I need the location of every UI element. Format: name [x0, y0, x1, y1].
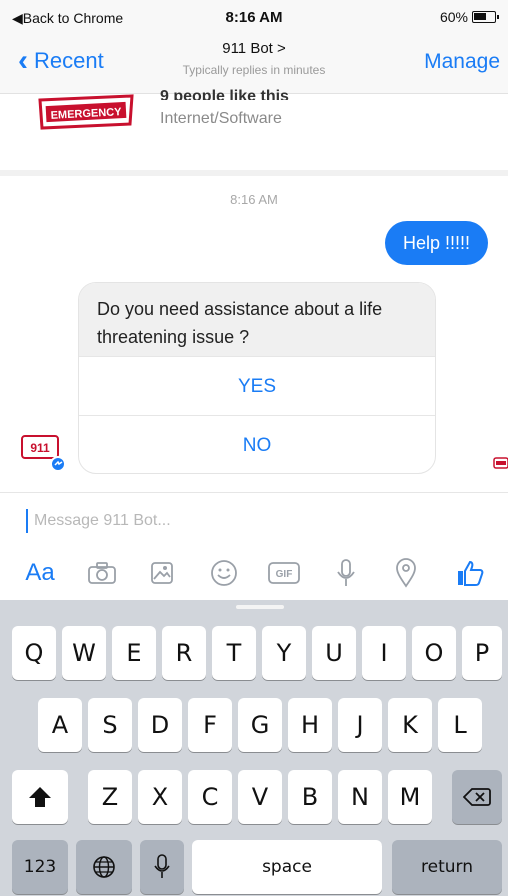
- dictation-key[interactable]: [140, 840, 184, 894]
- battery-icon: [472, 11, 499, 23]
- key-m[interactable]: M: [388, 770, 432, 824]
- keyboard: Q W E R T Y U I O P A S D F G H J K L Z …: [0, 600, 508, 896]
- message-input[interactable]: [26, 509, 466, 533]
- gallery-icon[interactable]: [144, 555, 180, 591]
- key-q[interactable]: Q: [12, 626, 56, 680]
- conversation-header: ‹ Recent 911 Bot > Typically replies in …: [0, 34, 508, 94]
- key-l[interactable]: L: [438, 698, 482, 752]
- section-divider: [0, 170, 508, 176]
- key-t[interactable]: T: [212, 626, 256, 680]
- key-v[interactable]: V: [238, 770, 282, 824]
- microphone-icon: [154, 854, 170, 878]
- key-y[interactable]: Y: [262, 626, 306, 680]
- microphone-icon[interactable]: [328, 555, 364, 591]
- key-w[interactable]: W: [62, 626, 106, 680]
- key-b[interactable]: B: [288, 770, 332, 824]
- backspace-key[interactable]: [452, 770, 502, 824]
- key-e[interactable]: E: [112, 626, 156, 680]
- key-d[interactable]: D: [138, 698, 182, 752]
- battery-indicator: 60%: [439, 9, 499, 25]
- key-o[interactable]: O: [412, 626, 456, 680]
- globe-key[interactable]: [76, 840, 132, 894]
- page-likes: 9 people like this: [160, 88, 289, 100]
- emergency-logo: EMERGENCY: [38, 94, 134, 130]
- bot-avatar[interactable]: 911: [20, 434, 64, 472]
- battery-percent: 60%: [439, 9, 468, 25]
- key-c[interactable]: C: [188, 770, 232, 824]
- key-s[interactable]: S: [88, 698, 132, 752]
- location-icon[interactable]: [388, 555, 424, 591]
- keyboard-handle: [236, 605, 284, 609]
- camera-icon[interactable]: [84, 555, 120, 591]
- key-r[interactable]: R: [162, 626, 206, 680]
- page-info: EMERGENCY 9 people like this Internet/So…: [0, 88, 508, 154]
- key-j[interactable]: J: [338, 698, 382, 752]
- shift-key[interactable]: [12, 770, 68, 824]
- emoji-icon[interactable]: [206, 555, 242, 591]
- text-format-button[interactable]: Aa: [22, 555, 58, 591]
- return-key[interactable]: return: [392, 840, 502, 894]
- card-question: Do you need assistance about a life thre…: [79, 283, 435, 356]
- key-p[interactable]: P: [462, 626, 502, 680]
- space-key[interactable]: space: [192, 840, 382, 894]
- composer-toolbar: Aa GIF: [0, 555, 508, 591]
- key-h[interactable]: H: [288, 698, 332, 752]
- backspace-icon: [463, 788, 491, 806]
- key-a[interactable]: A: [38, 698, 82, 752]
- svg-text:911: 911: [30, 441, 50, 455]
- key-n[interactable]: N: [338, 770, 382, 824]
- gif-label: GIF: [276, 569, 293, 580]
- key-f[interactable]: F: [188, 698, 232, 752]
- globe-icon: [93, 856, 115, 878]
- key-i[interactable]: I: [362, 626, 406, 680]
- quick-reply-card: Do you need assistance about a life thre…: [78, 282, 436, 474]
- key-u[interactable]: U: [312, 626, 356, 680]
- message-timestamp: 8:16 AM: [230, 192, 278, 207]
- key-x[interactable]: X: [138, 770, 182, 824]
- like-icon[interactable]: [452, 555, 488, 591]
- numbers-key[interactable]: 123: [12, 840, 68, 894]
- key-k[interactable]: K: [388, 698, 432, 752]
- manage-button[interactable]: Manage: [424, 50, 500, 74]
- key-z[interactable]: Z: [88, 770, 132, 824]
- key-g[interactable]: G: [238, 698, 282, 752]
- page-category: Internet/Software: [160, 110, 282, 127]
- no-button[interactable]: NO: [79, 415, 435, 473]
- status-time: 8:16 AM: [225, 9, 283, 26]
- read-receipt-icon: [493, 457, 508, 469]
- yes-button[interactable]: YES: [79, 356, 435, 415]
- gif-icon[interactable]: GIF: [266, 555, 302, 591]
- shift-icon: [29, 787, 51, 807]
- message-composer: Aa GIF: [0, 492, 508, 600]
- status-bar: ◀Back to Chrome 8:16 AM 60%: [0, 0, 508, 34]
- outgoing-message[interactable]: Help !!!!!: [384, 221, 488, 265]
